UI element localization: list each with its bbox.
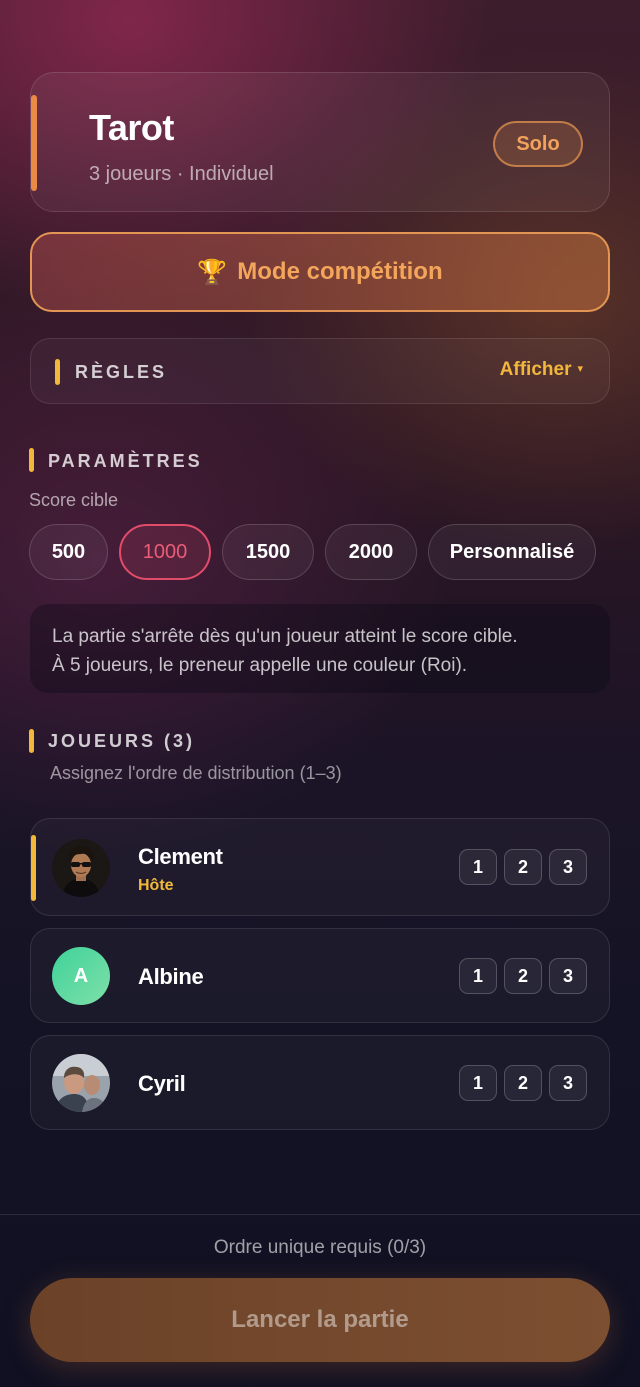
player-card-clement: Clement Hôte 1 2 3	[30, 818, 610, 916]
chevron-down-icon: ▾	[577, 363, 583, 375]
order-button-2[interactable]: 2	[504, 958, 542, 994]
order-status-text: Ordre unique requis (0/3)	[213, 1237, 427, 1258]
mode-badge[interactable]: Solo	[493, 121, 583, 167]
avatar-clement	[52, 839, 110, 897]
order-button-3[interactable]: 3	[549, 1065, 587, 1101]
game-title: Tarot	[89, 107, 174, 148]
score-option-1500[interactable]: 1500	[222, 524, 314, 580]
players-title: JOUEURS (3)	[48, 731, 196, 751]
competition-mode-label: Mode compétition	[237, 258, 443, 285]
rules-toggle[interactable]: Afficher ▾	[500, 359, 583, 381]
order-selector: 1 2 3	[459, 958, 587, 994]
order-button-3[interactable]: 3	[549, 849, 587, 885]
avatar-cyril	[52, 1054, 110, 1112]
host-badge: Hôte	[138, 877, 174, 894]
footer-divider	[0, 1214, 640, 1215]
order-button-3[interactable]: 3	[549, 958, 587, 994]
order-selector: 1 2 3	[459, 849, 587, 885]
trophy-icon: 🏆	[197, 258, 228, 286]
score-option-500[interactable]: 500	[29, 524, 108, 580]
rules-toggle-label: Afficher	[499, 359, 572, 380]
order-selector: 1 2 3	[459, 1065, 587, 1101]
players-accent	[29, 729, 34, 753]
score-option-1000[interactable]: 1000	[119, 524, 211, 580]
params-title: PARAMÈTRES	[48, 451, 203, 471]
player-name: Clement	[138, 844, 223, 869]
order-button-2[interactable]: 2	[504, 849, 542, 885]
rules-section[interactable]: RÈGLES Afficher ▾	[30, 338, 610, 404]
players-subtitle: Assignez l'ordre de distribution (1–3)	[50, 763, 342, 783]
rules-title: RÈGLES	[75, 362, 168, 382]
order-button-1[interactable]: 1	[459, 958, 497, 994]
launch-game-button[interactable]: Lancer la partie	[30, 1278, 610, 1362]
player-name: Albine	[138, 964, 204, 989]
score-option-2000[interactable]: 2000	[325, 524, 417, 580]
info-line-2: À 5 joueurs, le preneur appelle une coul…	[52, 655, 468, 676]
params-accent	[29, 448, 34, 472]
game-header-card: Tarot 3 joueurs · Individuel Solo	[30, 72, 610, 212]
game-subtitle: 3 joueurs · Individuel	[89, 163, 274, 185]
score-option-custom[interactable]: Personnalisé	[428, 524, 596, 580]
order-button-2[interactable]: 2	[504, 1065, 542, 1101]
host-accent-bar	[31, 835, 36, 901]
avatar-albine: A	[52, 947, 110, 1005]
score-target-label: Score cible	[29, 490, 119, 510]
score-info-box: La partie s'arrête dès qu'un joueur atte…	[30, 604, 610, 693]
player-name: Cyril	[138, 1071, 186, 1096]
player-card-albine: A Albine 1 2 3	[30, 928, 610, 1023]
order-button-1[interactable]: 1	[459, 849, 497, 885]
order-button-1[interactable]: 1	[459, 1065, 497, 1101]
player-card-cyril: Cyril 1 2 3	[30, 1035, 610, 1130]
rules-accent	[55, 359, 60, 385]
info-line-1: La partie s'arrête dès qu'un joueur atte…	[52, 626, 518, 647]
competition-mode-button[interactable]: 🏆 Mode compétition	[30, 232, 610, 312]
header-accent-bar	[31, 95, 37, 191]
